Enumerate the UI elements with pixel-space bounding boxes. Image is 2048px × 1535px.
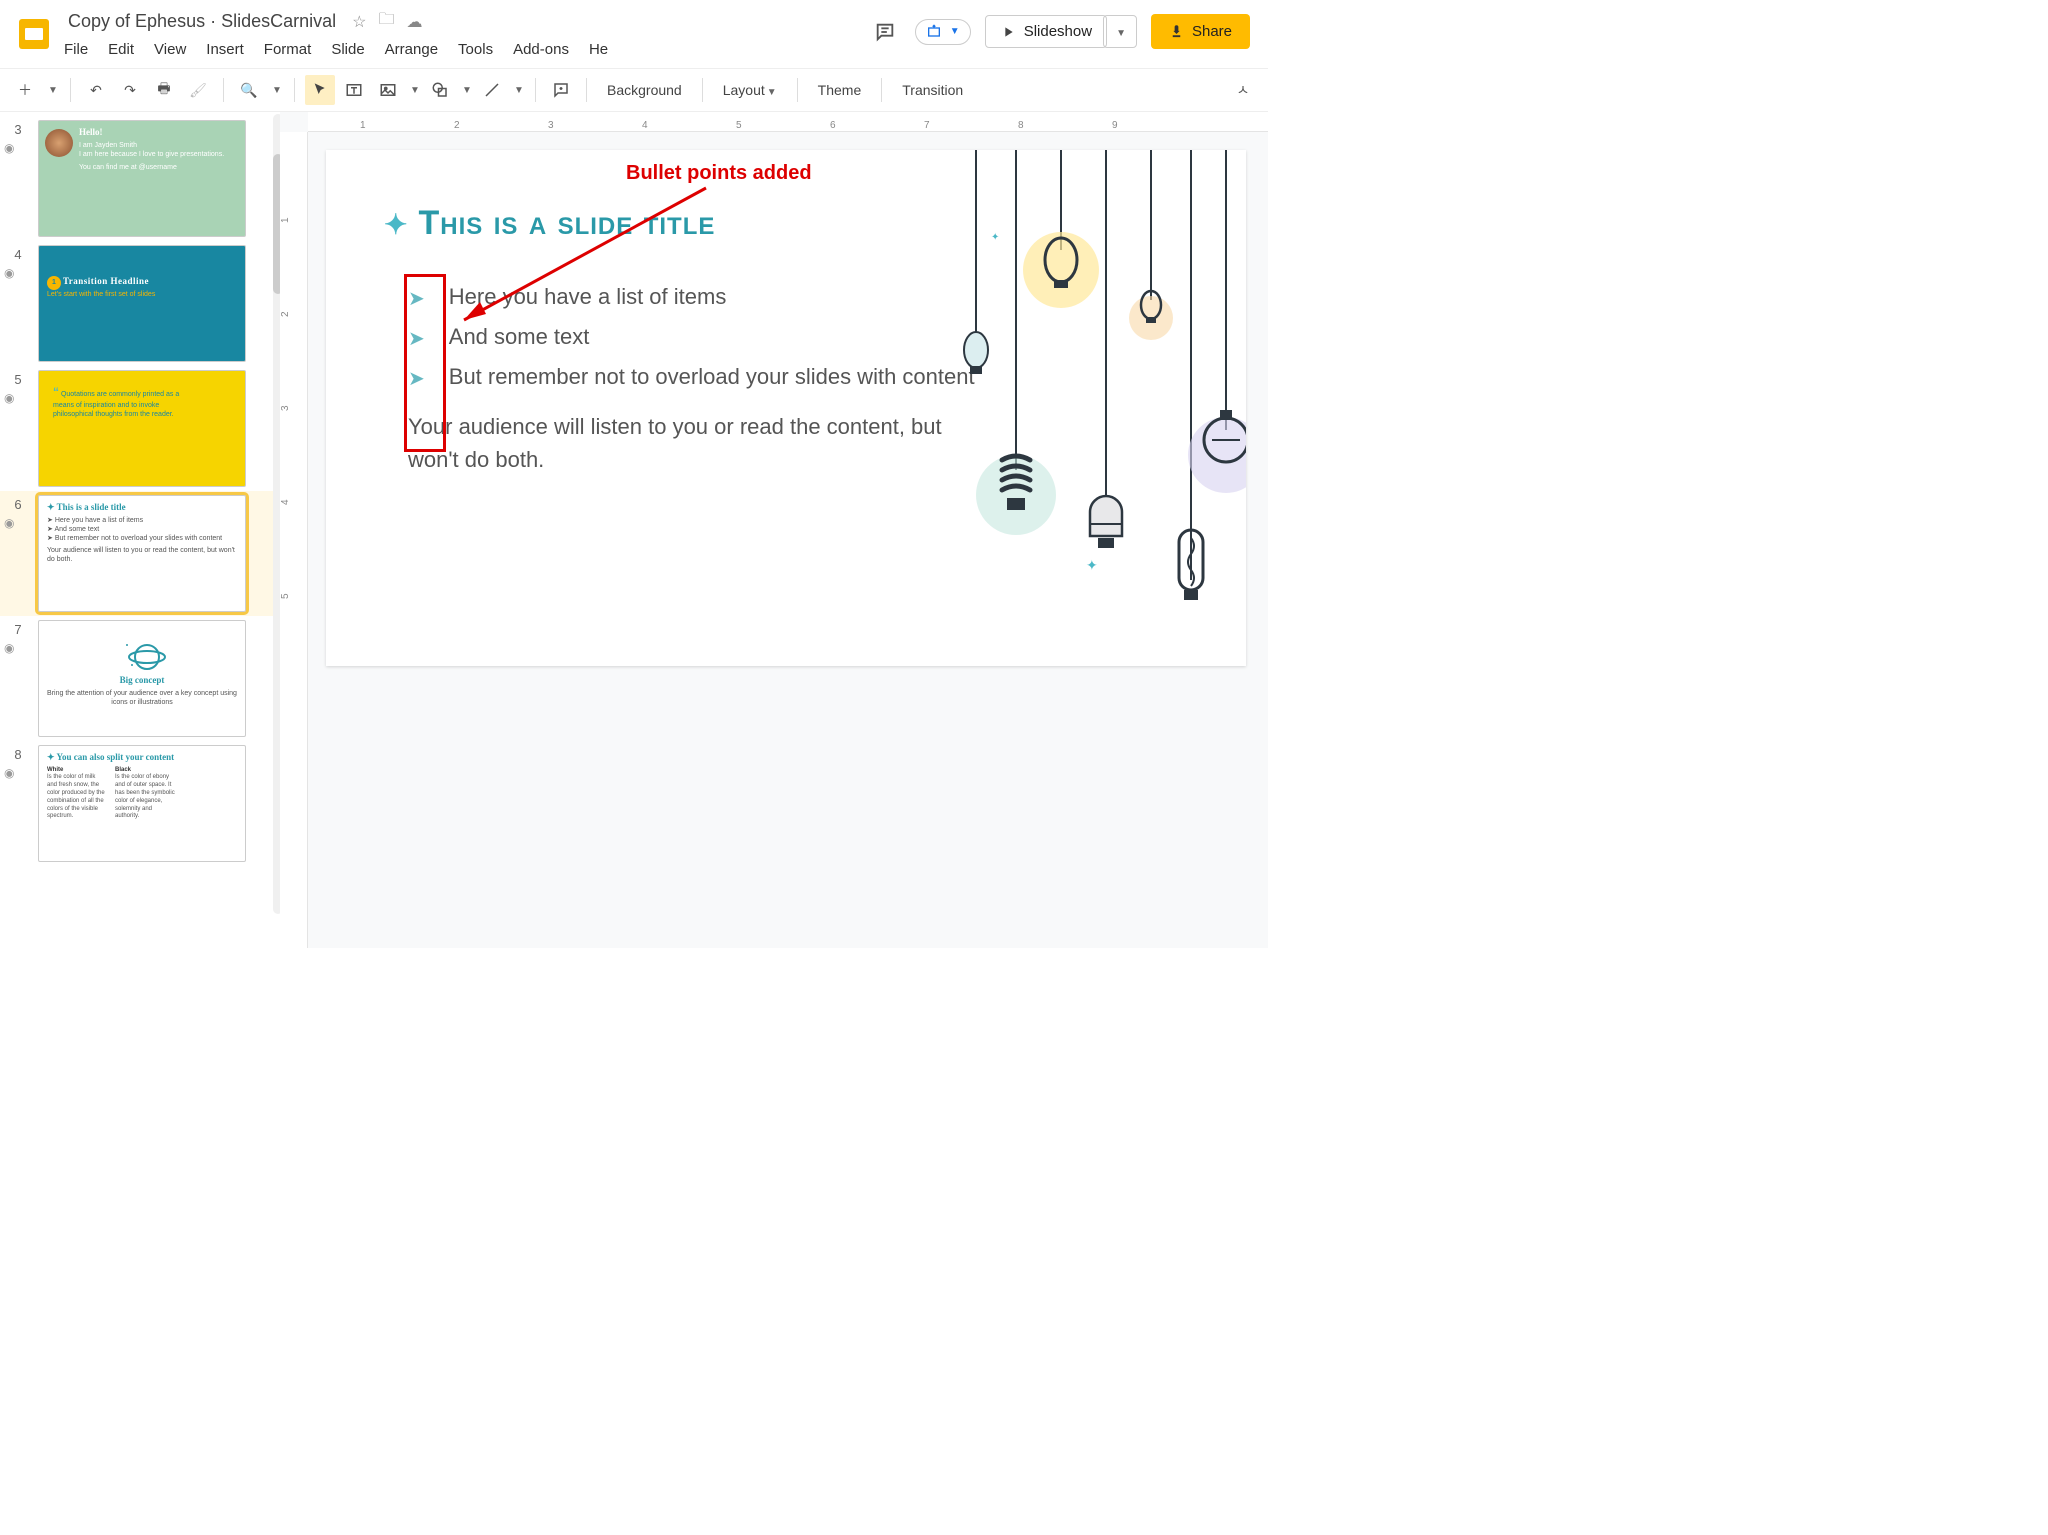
slide-thumbnail[interactable]: 1 Transition Headline Let's start with t…: [38, 245, 246, 362]
menu-slide[interactable]: Slide: [331, 41, 364, 58]
animation-icon: ◉: [4, 766, 32, 780]
slideshow-button[interactable]: Slideshow: [985, 15, 1107, 48]
new-slide-caret[interactable]: ▼: [44, 75, 60, 105]
slide-thumbnail-selected[interactable]: ✦ This is a slide title ➤ Here you have …: [38, 495, 246, 612]
sparkle-icon: ✦: [384, 209, 408, 240]
present-mode-button[interactable]: ▼: [915, 19, 971, 45]
menu-edit[interactable]: Edit: [108, 41, 134, 58]
menu-insert[interactable]: Insert: [206, 41, 244, 58]
layout-button[interactable]: Layout▼: [713, 82, 787, 98]
slide-thumbnail[interactable]: Hello! I am Jayden Smith I am here becau…: [38, 120, 246, 237]
star-icon[interactable]: ☆: [352, 12, 366, 32]
thumbnail-row[interactable]: 3 ◉ Hello! I am Jayden Smith I am here b…: [0, 116, 280, 241]
menu-help[interactable]: He: [589, 41, 608, 58]
thumbnail-row[interactable]: 8 ◉ ✦ You can also split your content Wh…: [0, 741, 280, 866]
thumb-number: 3: [4, 120, 32, 137]
thumb-number: 4: [4, 245, 32, 262]
comments-icon[interactable]: [869, 16, 901, 48]
redo-button[interactable]: ↷: [115, 75, 145, 105]
paint-format-button[interactable]: 🖌: [183, 75, 213, 105]
slideshow-caret[interactable]: ▼: [1103, 15, 1137, 48]
thumb-number: 5: [4, 370, 32, 387]
animation-icon: ◉: [4, 391, 32, 405]
move-icon[interactable]: 🗀: [378, 8, 394, 35]
svg-text:✦: ✦: [1086, 557, 1098, 573]
menu-addons[interactable]: Add-ons: [513, 41, 569, 58]
slides-logo[interactable]: [12, 12, 56, 56]
menu-view[interactable]: View: [154, 41, 186, 58]
share-label: Share: [1192, 23, 1232, 40]
line-caret[interactable]: ▼: [511, 75, 525, 105]
app-header: Copy of Ephesus · SlidesCarnival ☆ 🗀 ☁ F…: [0, 0, 1268, 68]
lightbulb-decoration: ✦ ✦: [956, 150, 1246, 666]
image-tool[interactable]: [373, 75, 403, 105]
shape-tool[interactable]: [425, 75, 455, 105]
transition-button[interactable]: Transition: [892, 82, 973, 98]
comment-button[interactable]: [546, 75, 576, 105]
thumbnail-panel: 3 ◉ Hello! I am Jayden Smith I am here b…: [0, 112, 280, 948]
animation-icon: ◉: [4, 641, 32, 655]
menu-format[interactable]: Format: [264, 41, 312, 58]
thumb-number: 7: [4, 620, 32, 637]
animation-icon: ◉: [4, 141, 32, 155]
thumbnail-row[interactable]: 4 ◉ 1 Transition Headline Let's start wi…: [0, 241, 280, 366]
new-slide-button[interactable]: ＋: [10, 75, 40, 105]
svg-text:✦: ✦: [991, 232, 999, 243]
collapse-toolbar-icon[interactable]: ㅅ: [1228, 75, 1258, 105]
menu-bar: File Edit View Insert Format Slide Arran…: [64, 41, 869, 58]
line-tool[interactable]: [477, 75, 507, 105]
document-title[interactable]: Copy of Ephesus · SlidesCarnival: [64, 9, 340, 34]
thumb-number: 6: [4, 495, 32, 512]
menu-arrange[interactable]: Arrange: [385, 41, 438, 58]
select-tool[interactable]: [305, 75, 335, 105]
slide-canvas[interactable]: ✦This is a slide title ➤Here you have a …: [326, 150, 1246, 666]
share-button[interactable]: Share: [1151, 14, 1250, 49]
theme-button[interactable]: Theme: [808, 82, 872, 98]
slide-thumbnail[interactable]: “ Quotations are commonly printed as a m…: [38, 370, 246, 487]
zoom-button[interactable]: 🔍: [234, 75, 264, 105]
annotation-box: [404, 274, 446, 452]
slide-thumbnail[interactable]: ✦ You can also split your content White …: [38, 745, 246, 862]
toolbar: ＋ ▼ ↶ ↷ 🖶 🖌 🔍 ▼ ▼ ▼ ▼ Background Layout▼…: [0, 68, 1268, 112]
shape-caret[interactable]: ▼: [459, 75, 473, 105]
horizontal-ruler: 123456789: [308, 112, 1268, 132]
bullet-text: But remember not to overload your slides…: [449, 360, 975, 393]
slide-thumbnail[interactable]: Big concept Bring the attention of your …: [38, 620, 246, 737]
thumb-number: 8: [4, 745, 32, 762]
slide-paragraph: Your audience will listen to you or read…: [408, 410, 988, 476]
print-button[interactable]: 🖶: [149, 75, 179, 105]
zoom-caret[interactable]: ▼: [268, 75, 284, 105]
animation-icon: ◉: [4, 266, 32, 280]
menu-tools[interactable]: Tools: [458, 41, 493, 58]
background-button[interactable]: Background: [597, 82, 692, 98]
animation-icon: ◉: [4, 516, 32, 530]
annotation-arrow: [446, 180, 716, 340]
canvas-area: 123456789 12345 ✦This is a slide title ➤…: [280, 112, 1268, 948]
thumbnail-row[interactable]: 6 ◉ ✦ This is a slide title ➤ Here you h…: [0, 491, 280, 616]
cloud-icon[interactable]: ☁: [407, 12, 423, 32]
thumbnail-row[interactable]: 5 ◉ “ Quotations are commonly printed as…: [0, 366, 280, 491]
image-caret[interactable]: ▼: [407, 75, 421, 105]
vertical-ruler: 12345: [280, 132, 308, 948]
thumbnail-row[interactable]: 7 ◉ Big concept Bring the attention of y…: [0, 616, 280, 741]
menu-file[interactable]: File: [64, 41, 88, 58]
slideshow-label: Slideshow: [1024, 23, 1092, 40]
textbox-tool[interactable]: [339, 75, 369, 105]
undo-button[interactable]: ↶: [81, 75, 111, 105]
